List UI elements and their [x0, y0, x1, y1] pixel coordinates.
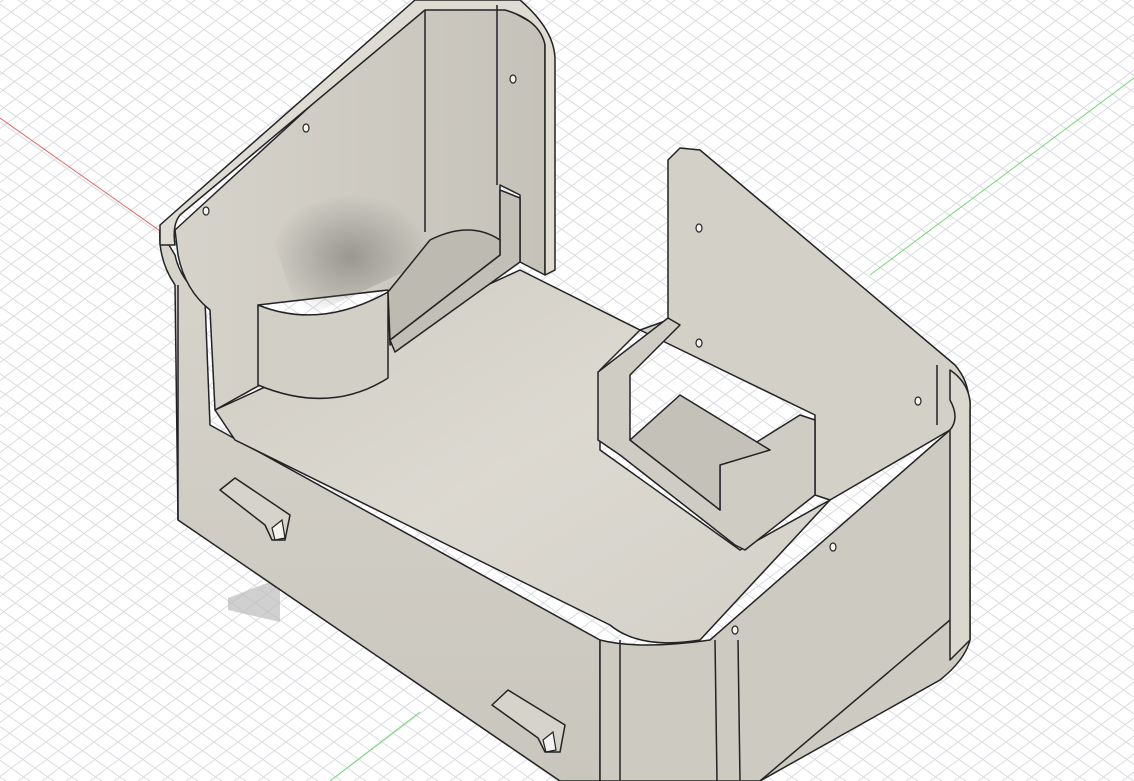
grid-line: [0, 0, 172, 130]
screw-hole-icon: [695, 338, 703, 348]
grid-line: [953, 645, 1134, 781]
viewport-canvas[interactable]: [0, 0, 1134, 781]
grid-line: [0, 0, 52, 40]
grid-line: [0, 0, 196, 148]
screw-hole-icon: [202, 206, 210, 216]
grid-line: [0, 675, 151, 781]
enclosure-model[interactable]: [159, 0, 971, 781]
y-axis-line: [869, 77, 1134, 276]
grid-line: [953, 0, 1134, 127]
grid-line: [0, 0, 124, 94]
grid-line: [0, 742, 55, 781]
screw-hole-icon: [509, 74, 517, 84]
screw-hole-icon: [914, 396, 922, 406]
screw-hole-icon: [302, 123, 310, 133]
x-axis-line: [0, 117, 181, 246]
grid-line: [0, 0, 148, 112]
grid-line: [0, 776, 7, 781]
3d-viewport[interactable]: [0, 0, 1134, 781]
screw-hole-icon: [695, 223, 703, 233]
screw-hole-icon: [829, 542, 837, 552]
screw-hole-icon: [731, 625, 739, 635]
